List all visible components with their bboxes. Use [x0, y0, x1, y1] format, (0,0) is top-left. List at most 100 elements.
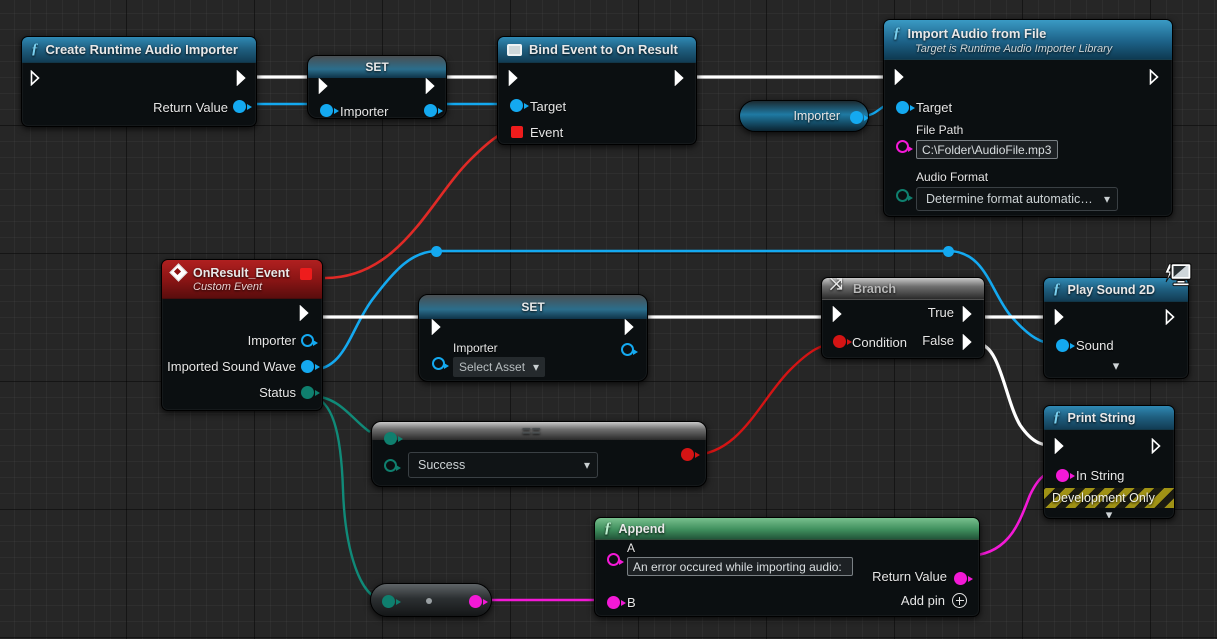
node-title: Import Audio from File [907, 25, 1047, 41]
exec-input-pin[interactable] [30, 70, 44, 86]
node-title: SET [521, 300, 545, 314]
convert-input-pin[interactable] [382, 595, 401, 608]
exec-input-pin[interactable] [1054, 438, 1068, 454]
node-importer-getter[interactable]: Importer [739, 100, 869, 132]
node-header[interactable]: SET [308, 56, 446, 78]
exec-input-pin[interactable] [508, 70, 522, 86]
event-delegate-output-pin[interactable] [300, 268, 312, 280]
blueprint-graph-canvas[interactable]: ƒ Create Runtime Audio Importer Return V… [0, 0, 1217, 639]
node-header[interactable]: ƒ Create Runtime Audio Importer [22, 37, 256, 63]
node-create-runtime-audio-importer[interactable]: ƒ Create Runtime Audio Importer Return V… [21, 36, 257, 127]
node-title: Importer [793, 109, 840, 123]
audio-format-dropdown[interactable]: Determine format automatically ▾ [916, 187, 1118, 211]
file-path-input[interactable]: C:\Folder\AudioFile.mp3 [916, 140, 1058, 159]
add-pin-button[interactable]: Add pin [901, 593, 967, 608]
status-label: Status [259, 384, 296, 400]
importer-out-label: Importer [247, 332, 296, 348]
node-header[interactable]: ƒ Import Audio from File Target is Runti… [884, 20, 1172, 60]
node-set-importer-1[interactable]: SET Importer [307, 55, 447, 119]
append-a-input[interactable]: An error occured while importing audio: [627, 557, 853, 576]
exec-output-pin[interactable] [236, 70, 250, 86]
node-header[interactable]: SET [419, 295, 647, 319]
target-pin[interactable] [510, 99, 529, 112]
node-header[interactable]: OnResult_Event Custom Event [162, 260, 322, 299]
enum-value-dropdown[interactable]: Success ▾ [408, 452, 598, 478]
importer-out-pin[interactable] [301, 334, 318, 347]
exec-output-pin[interactable] [674, 70, 688, 86]
exec-output-true-pin[interactable] [962, 306, 976, 322]
node-header[interactable]: ƒ Print String [1044, 406, 1174, 430]
set-importer-input-pin[interactable] [320, 104, 339, 117]
imported-sound-wave-pin[interactable] [301, 360, 320, 373]
chevron-down-icon[interactable]: ▾ [1044, 508, 1174, 519]
file-path-pin[interactable] [896, 140, 913, 153]
exec-output-pin[interactable] [425, 78, 439, 94]
node-equal-enum[interactable]: == Success ▾ [371, 421, 707, 487]
equal-input-b-pin[interactable] [384, 459, 401, 472]
exec-input-pin[interactable] [431, 319, 445, 335]
node-header[interactable]: == [372, 422, 706, 440]
equal-input-a-pin[interactable] [384, 432, 403, 445]
convert-output-pin[interactable] [469, 595, 488, 608]
set-importer-input-pin[interactable] [432, 357, 449, 370]
function-icon: ƒ [1053, 281, 1061, 297]
append-a-pin[interactable] [607, 553, 624, 566]
exec-input-pin[interactable] [1054, 309, 1068, 325]
audio-format-value: Determine format automatically [926, 192, 1096, 206]
event-label: Event [530, 124, 564, 140]
exec-output-pin[interactable] [299, 305, 313, 321]
status-pin[interactable] [301, 386, 320, 399]
function-icon: ƒ [31, 41, 39, 57]
node-append[interactable]: ƒ Append A An error occured while import… [594, 517, 980, 617]
add-pin-label: Add pin [900, 593, 945, 608]
node-set-importer-2[interactable]: SET Importer Select Asset ▾ [418, 294, 648, 382]
node-title: Create Runtime Audio Importer [45, 42, 238, 57]
exec-output-pin[interactable] [1151, 438, 1165, 454]
exec-input-pin[interactable] [832, 306, 846, 322]
audio-format-pin[interactable] [896, 189, 913, 202]
target-pin[interactable] [896, 101, 915, 114]
node-import-audio-from-file[interactable]: ƒ Import Audio from File Target is Runti… [883, 19, 1173, 217]
set-importer-label: Importer [453, 341, 498, 355]
audio-format-label: Audio Format [916, 170, 989, 184]
node-title: SET [365, 60, 389, 74]
append-b-pin[interactable] [607, 596, 626, 609]
node-header[interactable]: Bind Event to On Result [498, 37, 696, 63]
node-title: OnResult_Event [193, 265, 290, 280]
sound-pin[interactable] [1056, 339, 1075, 352]
node-title: Play Sound 2D [1067, 282, 1156, 297]
node-header[interactable]: Importer [740, 101, 868, 131]
chevron-down-icon[interactable]: ▾ [1044, 358, 1188, 378]
exec-output-pin[interactable] [1165, 309, 1179, 325]
node-title: == [522, 423, 542, 440]
wire-reroute-knot[interactable] [431, 246, 442, 257]
conversion-dot-icon [426, 598, 432, 604]
node-play-sound-2d[interactable]: ƒ Play Sound 2D Sound ▾ [1043, 262, 1192, 379]
exec-input-pin[interactable] [318, 78, 332, 94]
exec-output-pin[interactable] [1149, 69, 1163, 85]
condition-pin[interactable] [833, 335, 852, 348]
in-string-pin[interactable] [1056, 469, 1075, 482]
equal-output-pin[interactable] [681, 448, 700, 461]
asset-picker-dropdown[interactable]: Select Asset ▾ [453, 357, 545, 377]
node-branch[interactable]: Branch True Condition False [821, 277, 985, 359]
node-title: Branch [853, 281, 897, 296]
node-header[interactable]: ƒ Append [595, 518, 979, 540]
set-importer-output-pin[interactable] [621, 343, 638, 356]
exec-output-false-pin[interactable] [962, 334, 976, 350]
chevron-down-icon: ▾ [583, 458, 590, 472]
node-subtitle: Custom Event [193, 281, 263, 293]
exec-input-pin[interactable] [894, 69, 908, 85]
event-delegate-pin[interactable] [511, 126, 523, 138]
node-header[interactable]: Branch [822, 278, 984, 300]
set-importer-output-pin[interactable] [424, 104, 443, 117]
node-bind-event-to-on-result[interactable]: Bind Event to On Result Target Event [497, 36, 697, 145]
append-return-value-pin[interactable] [954, 572, 973, 585]
exec-output-pin[interactable] [624, 319, 638, 335]
wire-reroute-knot[interactable] [943, 246, 954, 257]
node-enum-to-string[interactable] [370, 583, 492, 617]
return-value-pin[interactable] [233, 100, 252, 113]
node-print-string[interactable]: ƒ Print String In String Development Onl… [1043, 405, 1175, 519]
node-onresult-event[interactable]: OnResult_Event Custom Event Importer Imp… [161, 259, 323, 411]
importer-output-pin[interactable] [850, 111, 868, 124]
